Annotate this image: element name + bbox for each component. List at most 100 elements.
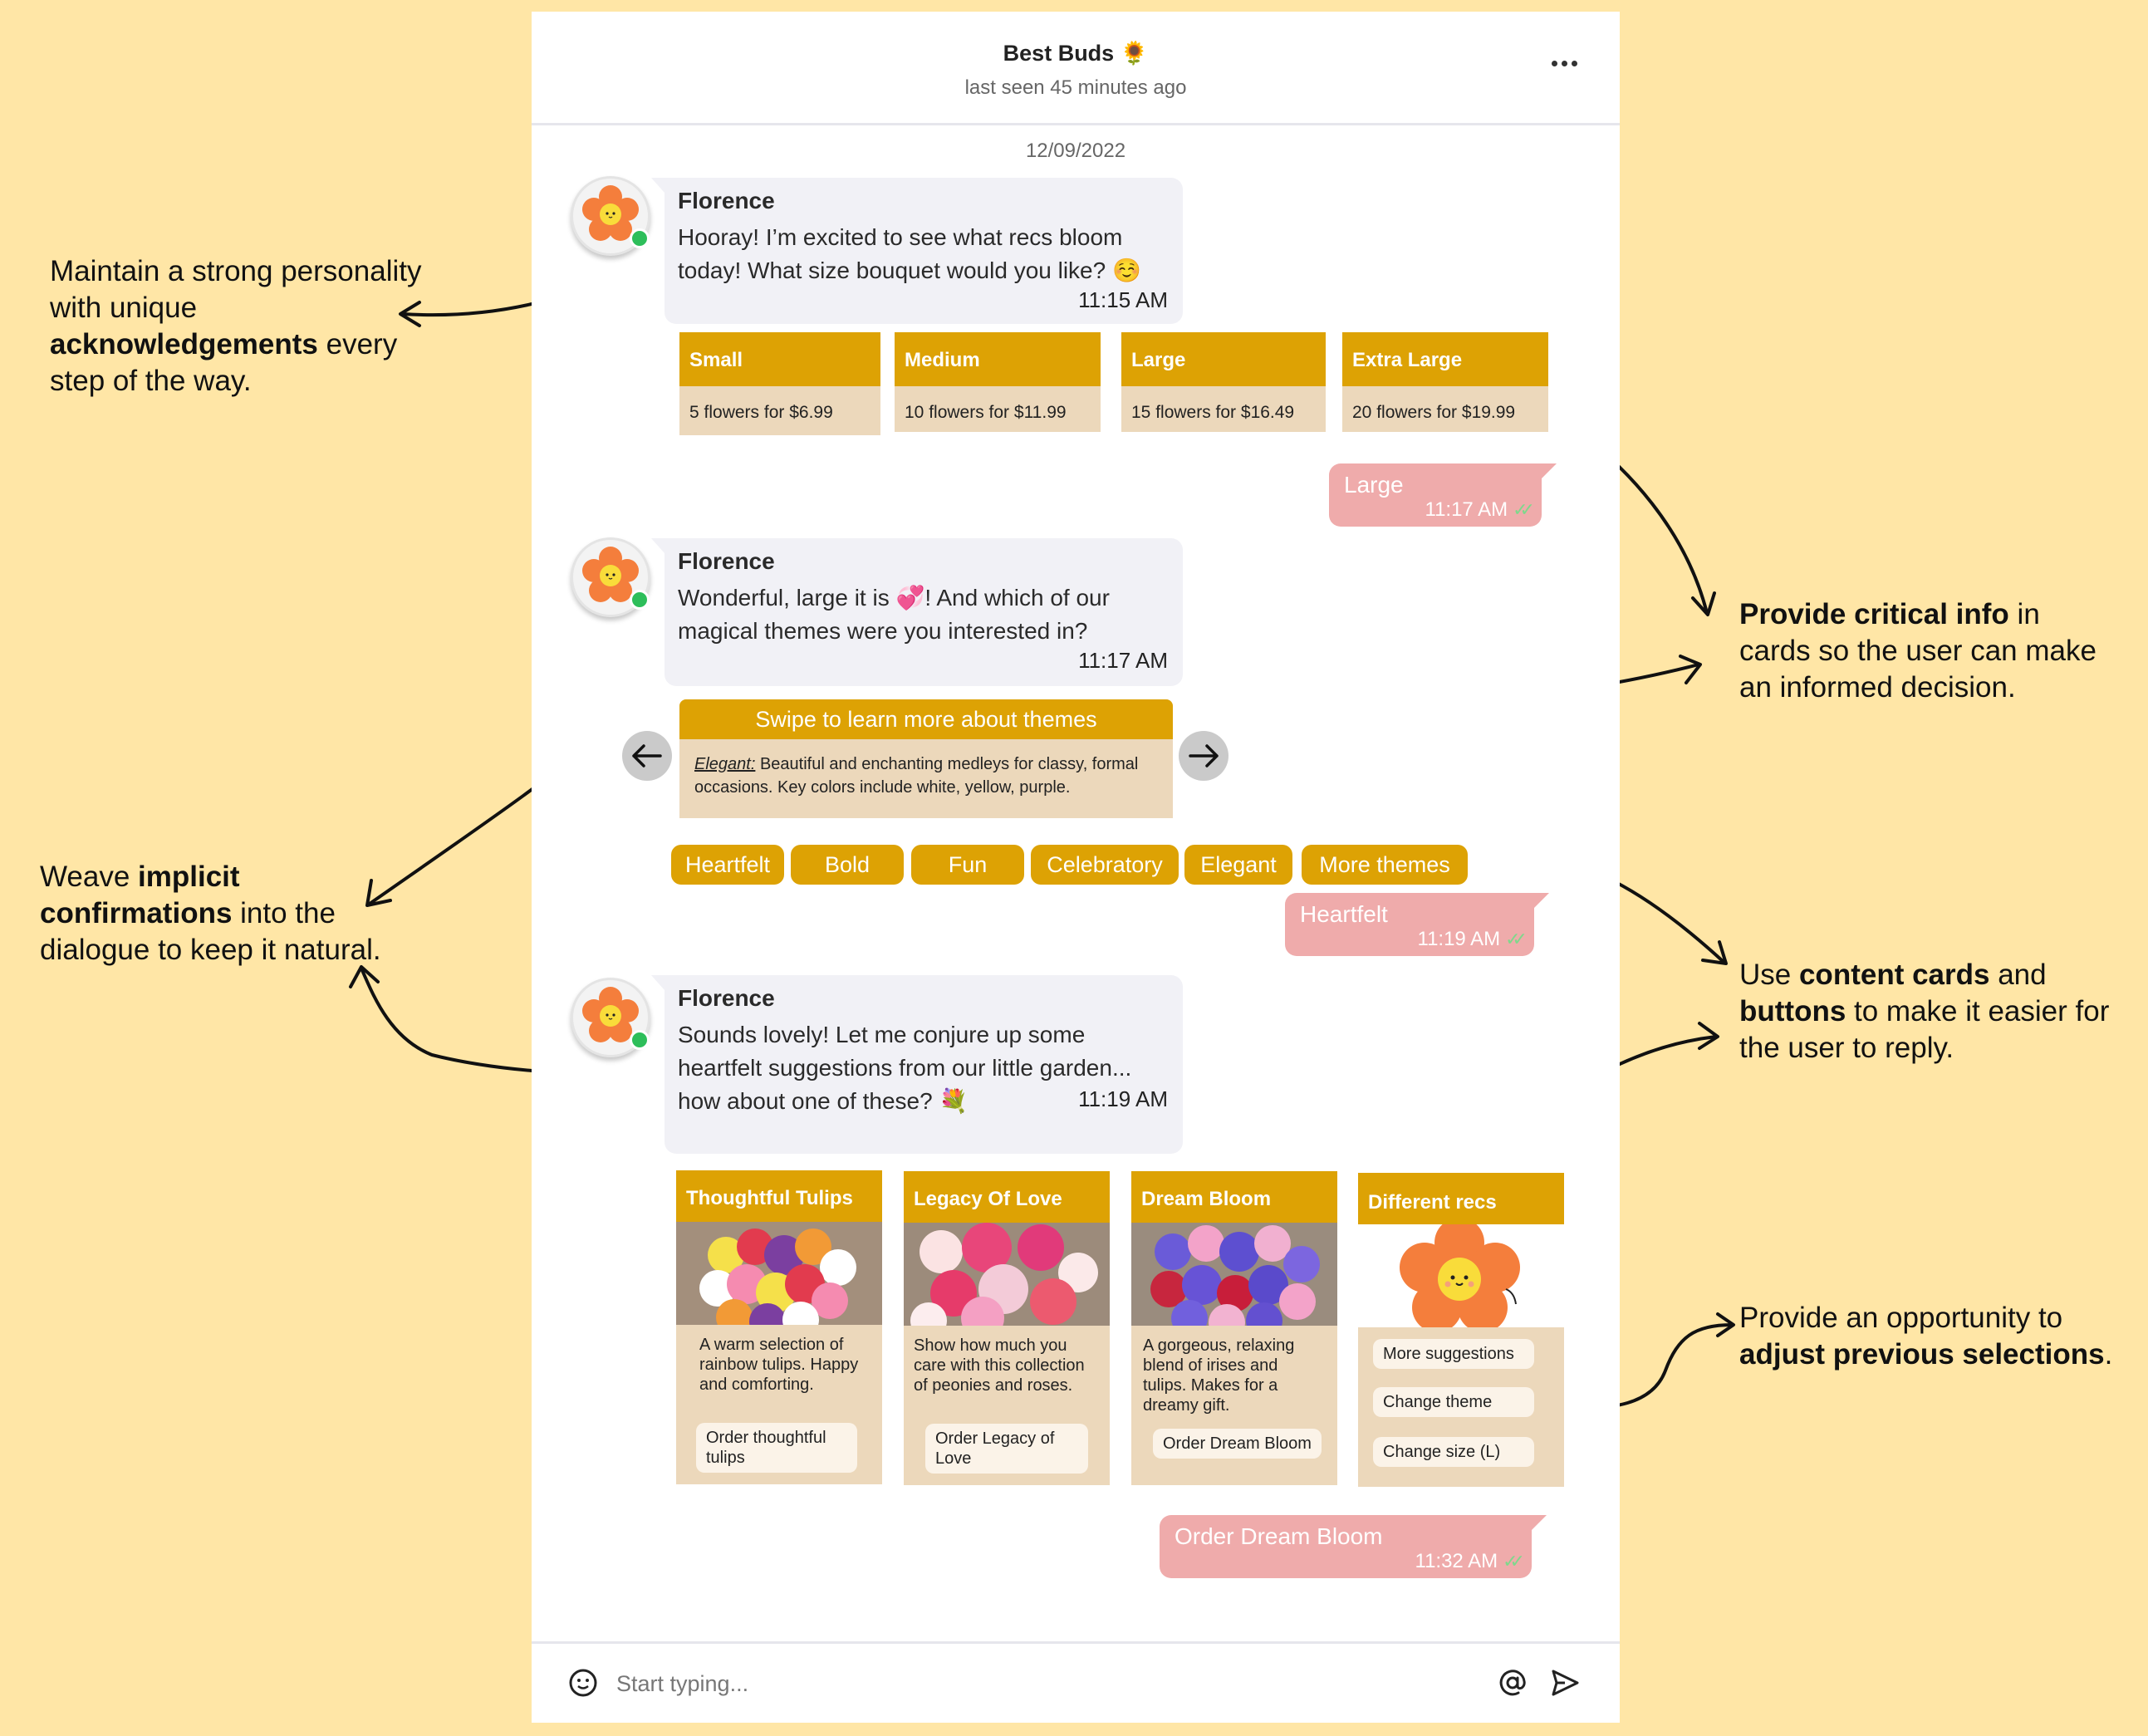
annotation-acknowledgements: Maintain a strong personality with uniqu… bbox=[50, 255, 422, 397]
theme-description: Beautiful and enchanting medleys for cla… bbox=[694, 755, 1139, 797]
message-time: 11:19 AM bbox=[1417, 928, 1501, 950]
message-meta: 11:32 AM ✓✓ bbox=[1175, 1550, 1525, 1573]
change-size-button[interactable]: Change size (L) bbox=[1373, 1437, 1534, 1467]
change-theme-button[interactable]: Change theme bbox=[1373, 1387, 1534, 1417]
peonies-roses-image bbox=[904, 1223, 1110, 1326]
theme-chip-more-themes[interactable]: More themes bbox=[1302, 845, 1468, 885]
bot-message-2: Florence Wonderful, large it is 💞! And w… bbox=[651, 538, 1183, 686]
send-icon bbox=[1552, 1670, 1579, 1696]
carousel-body: Elegant: Beautiful and enchanting medley… bbox=[679, 739, 1173, 799]
message-time: 11:32 AM bbox=[1415, 1550, 1498, 1572]
order-thoughtful-tulips-button[interactable]: Order thoughtful tulips bbox=[696, 1423, 857, 1473]
online-indicator bbox=[630, 1030, 650, 1050]
at-sign-icon bbox=[1499, 1670, 1526, 1696]
sender-name: Florence bbox=[678, 985, 775, 1011]
size-card-detail: 20 flowers for $19.99 bbox=[1352, 403, 1516, 422]
carousel-header: Swipe to learn more about themes bbox=[679, 699, 1173, 739]
annotation-critical-info: Provide critical info in cards so the us… bbox=[1739, 598, 2097, 704]
message-input[interactable] bbox=[615, 1666, 1366, 1701]
rainbow-tulips-image bbox=[676, 1222, 882, 1325]
theme-chip-heartfelt[interactable]: Heartfelt bbox=[671, 845, 784, 885]
bot-message-3: Florence Sounds lovely! Let me conjure u… bbox=[651, 975, 1183, 1154]
send-button[interactable] bbox=[1550, 1668, 1580, 1698]
size-card-title: Large bbox=[1121, 332, 1326, 386]
theme-chip-celebratory[interactable]: Celebratory bbox=[1031, 845, 1179, 885]
read-check-icon: ✓✓ bbox=[1505, 929, 1528, 949]
chat-title: Best Buds 🌻 bbox=[1003, 41, 1149, 66]
composer-divider bbox=[532, 1641, 1620, 1644]
iris-bouquet-illustration bbox=[1131, 1223, 1337, 1326]
theme-chip-fun[interactable]: Fun bbox=[911, 845, 1024, 885]
theme-carousel-card[interactable]: Swipe to learn more about themes Elegant… bbox=[679, 699, 1173, 818]
mention-button[interactable] bbox=[1498, 1668, 1528, 1698]
size-card-medium[interactable]: Medium 10 flowers for $11.99 bbox=[895, 332, 1101, 432]
annotation-content-cards: Use content cards and buttons to make it… bbox=[1739, 959, 2110, 1064]
bot-avatar[interactable] bbox=[571, 978, 650, 1057]
bot-avatar[interactable] bbox=[571, 537, 650, 617]
date-separator: 12/09/2022 bbox=[1025, 140, 1126, 162]
user-message-2: Heartfelt 11:19 AM ✓✓ bbox=[1285, 893, 1549, 956]
order-dream-bloom-button[interactable]: Order Dream Bloom bbox=[1153, 1429, 1322, 1459]
carousel-next-button[interactable] bbox=[1179, 731, 1228, 781]
annotation-implicit-confirmations: Weave implicit confirmations into the di… bbox=[40, 861, 381, 966]
product-title: Thoughtful Tulips bbox=[676, 1170, 882, 1222]
chat-panel: Best Buds 🌻 last seen 45 minutes ago 12/… bbox=[532, 12, 1620, 1723]
arrow-left-icon bbox=[632, 744, 662, 767]
product-card-legacy-of-love[interactable]: Legacy Of Love Show how much you care wi… bbox=[904, 1171, 1110, 1485]
message-meta: 11:19 AM ✓✓ bbox=[1300, 928, 1528, 951]
size-card-detail: 15 flowers for $16.49 bbox=[1131, 403, 1295, 422]
sender-name: Florence bbox=[678, 548, 775, 574]
irises-tulips-image bbox=[1131, 1223, 1337, 1326]
ellipsis-dot bbox=[1561, 60, 1567, 66]
user-message-1: Large 11:17 AM ✓✓ bbox=[1329, 463, 1557, 527]
product-description: Show how much you care with this collect… bbox=[914, 1336, 1085, 1395]
order-legacy-of-love-button[interactable]: Order Legacy of Love bbox=[925, 1424, 1088, 1474]
flower-mascot-image bbox=[1358, 1218, 1564, 1332]
arrowhead-content-cards-2 bbox=[1698, 1022, 1719, 1050]
online-indicator bbox=[630, 590, 650, 610]
sender-name: Florence bbox=[678, 188, 775, 213]
card-title: Different recs bbox=[1358, 1173, 1564, 1224]
read-check-icon: ✓✓ bbox=[1513, 499, 1535, 520]
message-time: 11:17 AM bbox=[1078, 648, 1168, 673]
ellipsis-icon bbox=[1551, 60, 1557, 66]
theme-name: Elegant: bbox=[694, 755, 756, 773]
peony-bouquet-illustration bbox=[904, 1223, 1110, 1326]
size-card-title: Small bbox=[679, 332, 880, 386]
message-text: Hooray! I’m excited to see what recs blo… bbox=[678, 224, 1141, 283]
message-text: Order Dream Bloom bbox=[1175, 1523, 1383, 1549]
size-card-extra-large[interactable]: Extra Large 20 flowers for $19.99 bbox=[1342, 332, 1548, 432]
product-description: A gorgeous, relaxing blend of irises and… bbox=[1143, 1336, 1295, 1415]
more-suggestions-button[interactable]: More suggestions bbox=[1373, 1339, 1534, 1369]
smiley-icon bbox=[569, 1669, 597, 1697]
tulip-bouquet-illustration bbox=[676, 1222, 882, 1325]
carousel-prev-button[interactable] bbox=[622, 731, 672, 781]
size-card-small[interactable]: Small 5 flowers for $6.99 bbox=[679, 332, 880, 435]
product-description: A warm selection of rainbow tulips. Happ… bbox=[699, 1336, 859, 1394]
arrow-right-icon bbox=[1189, 744, 1219, 767]
emoji-button[interactable] bbox=[568, 1668, 598, 1698]
product-title: Dream Bloom bbox=[1131, 1171, 1337, 1223]
different-recs-card: Different recs More suggestions Change t… bbox=[1358, 1173, 1564, 1487]
message-text: Large bbox=[1344, 472, 1404, 498]
ellipsis-dot bbox=[1571, 60, 1577, 66]
online-indicator bbox=[630, 228, 650, 248]
message-time: 11:17 AM bbox=[1425, 498, 1508, 521]
theme-chip-elegant[interactable]: Elegant bbox=[1184, 845, 1292, 885]
message-time: 11:15 AM bbox=[1078, 287, 1168, 312]
theme-chip-bold[interactable]: Bold bbox=[791, 845, 904, 885]
more-options-button[interactable] bbox=[1543, 47, 1585, 80]
size-card-detail: 5 flowers for $6.99 bbox=[689, 403, 833, 422]
last-seen-status: last seen 45 minutes ago bbox=[964, 76, 1187, 99]
size-card-large[interactable]: Large 15 flowers for $16.49 bbox=[1121, 332, 1326, 432]
size-card-title: Medium bbox=[895, 332, 1101, 386]
header-divider bbox=[532, 123, 1620, 125]
product-card-dream-bloom[interactable]: Dream Bloom A gorgeous, relaxing blend o… bbox=[1131, 1171, 1337, 1485]
product-card-thoughtful-tulips[interactable]: Thoughtful Tulips A warm selection of ra… bbox=[676, 1170, 882, 1484]
annotation-adjust-selections: Provide an opportunity to adjust previou… bbox=[1739, 1302, 2113, 1371]
smiling-flower-mascot-icon bbox=[1400, 1218, 1520, 1332]
size-card-title: Extra Large bbox=[1342, 332, 1548, 386]
product-title: Legacy Of Love bbox=[904, 1171, 1110, 1223]
bot-avatar[interactable] bbox=[571, 176, 650, 256]
message-meta: 11:17 AM ✓✓ bbox=[1344, 498, 1535, 522]
